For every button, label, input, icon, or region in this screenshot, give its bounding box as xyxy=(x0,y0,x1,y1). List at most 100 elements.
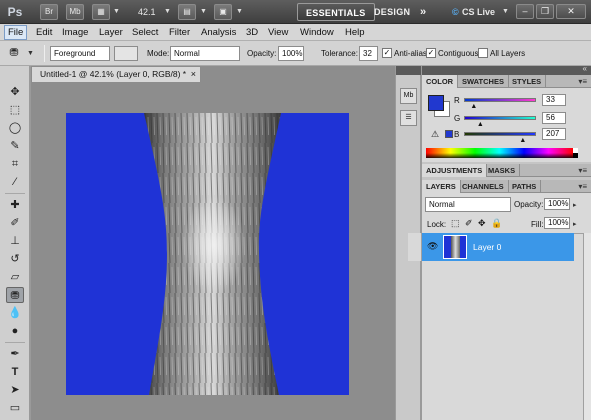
lock-position-icon[interactable]: ✥ xyxy=(478,218,486,229)
fill-source-select[interactable]: Foreground xyxy=(50,46,110,61)
tab-paths[interactable]: PATHS xyxy=(508,180,542,193)
all-layers-checkbox[interactable] xyxy=(478,48,488,58)
path-selection-tool-icon[interactable]: ➤ xyxy=(6,382,24,398)
contiguous-checkbox[interactable]: ✓ xyxy=(426,48,436,58)
type-tool-icon[interactable]: T xyxy=(6,364,24,380)
arrange-documents-icon[interactable]: ▤ xyxy=(178,4,196,20)
history-brush-tool-icon[interactable]: ↺ xyxy=(6,251,24,267)
lock-pixels-icon[interactable]: ✐ xyxy=(465,218,473,229)
mini-bridge-button[interactable]: Mb xyxy=(66,4,84,20)
document-tab[interactable]: Untitled-1 @ 42.1% (Layer 0, RGB/8) * × xyxy=(31,66,201,82)
collapse-panels-icon[interactable]: « xyxy=(583,64,587,73)
minimize-icon[interactable]: – xyxy=(516,4,534,19)
panel-menu-icon[interactable]: ▾≡ xyxy=(578,165,587,176)
tolerance-input[interactable]: 32 xyxy=(359,46,378,61)
workspace-essentials-button[interactable]: ESSENTIALS xyxy=(297,3,375,21)
pen-tool-icon[interactable]: ✒ xyxy=(6,346,24,362)
chevron-down-icon[interactable]: ▸ xyxy=(573,198,577,214)
screen-mode-icon[interactable]: ▣ xyxy=(214,4,232,20)
menu-view[interactable]: View xyxy=(265,25,291,40)
mini-bridge-panel-button[interactable]: Mb xyxy=(400,88,417,104)
chevron-down-icon[interactable]: ▼ xyxy=(113,4,120,20)
blur-tool-icon[interactable]: 💧 xyxy=(6,305,24,321)
tab-masks[interactable]: MASKS xyxy=(484,164,521,177)
layer-name[interactable]: Layer 0 xyxy=(473,242,501,252)
black-swatch[interactable] xyxy=(573,153,578,158)
green-slider-thumb[interactable]: ▲ xyxy=(477,121,484,128)
cs-live-icon[interactable]: © xyxy=(452,4,459,20)
menu-help[interactable]: Help xyxy=(342,25,368,40)
tab-styles[interactable]: STYLES xyxy=(508,75,547,88)
tab-adjustments[interactable]: ADJUSTMENTS xyxy=(422,164,488,177)
layer-thumbnail[interactable] xyxy=(443,235,467,259)
red-value-input[interactable]: 33 xyxy=(542,94,566,106)
crop-tool-icon[interactable]: ⌗ xyxy=(6,156,24,172)
paint-bucket-icon[interactable]: ⛃ xyxy=(5,45,23,61)
pattern-picker[interactable] xyxy=(114,46,138,61)
green-slider[interactable] xyxy=(464,116,536,120)
chevron-down-icon[interactable]: ▸ xyxy=(573,217,577,233)
tab-layers[interactable]: LAYERS xyxy=(422,180,461,193)
chevron-down-icon[interactable]: ▼ xyxy=(200,4,207,20)
menu-layer[interactable]: Layer xyxy=(96,25,126,40)
bridge-button[interactable]: Br xyxy=(40,4,58,20)
chevron-down-icon[interactable]: ▼ xyxy=(27,46,34,62)
eyedropper-tool-icon[interactable]: ⁄ xyxy=(6,174,24,190)
blue-slider-thumb[interactable]: ▲ xyxy=(519,137,526,144)
antialias-checkbox[interactable]: ✓ xyxy=(382,48,392,58)
menu-filter[interactable]: Filter xyxy=(166,25,193,40)
close-icon[interactable]: × xyxy=(191,67,196,82)
green-value-input[interactable]: 56 xyxy=(542,112,566,124)
lock-all-icon[interactable]: 🔒 xyxy=(491,218,502,229)
clone-stamp-tool-icon[interactable]: ⊥ xyxy=(6,233,24,249)
gamut-warning-icon[interactable]: ⚠ xyxy=(431,129,439,140)
menu-edit[interactable]: Edit xyxy=(33,25,55,40)
chevron-down-icon[interactable]: ▼ xyxy=(164,4,171,20)
blue-slider[interactable] xyxy=(464,132,536,136)
layer-row[interactable]: Layer 0 xyxy=(408,233,574,261)
chevron-down-icon[interactable]: ▼ xyxy=(236,4,243,20)
red-slider[interactable] xyxy=(464,98,536,102)
menu-image[interactable]: Image xyxy=(59,25,91,40)
menu-3d[interactable]: 3D xyxy=(243,25,261,40)
gamut-color-chip[interactable] xyxy=(445,130,453,138)
menu-window[interactable]: Window xyxy=(297,25,337,40)
eraser-tool-icon[interactable]: ▱ xyxy=(6,269,24,285)
eye-icon[interactable]: 👁 xyxy=(427,241,438,252)
blue-value-input[interactable]: 207 xyxy=(542,128,566,140)
foreground-color-swatch[interactable] xyxy=(428,95,444,111)
healing-brush-tool-icon[interactable]: ✚ xyxy=(6,197,24,213)
more-workspaces-button[interactable]: » xyxy=(420,3,426,21)
dodge-tool-icon[interactable]: ● xyxy=(6,323,24,339)
menu-analysis[interactable]: Analysis xyxy=(198,25,239,40)
menu-file[interactable]: File xyxy=(4,25,28,40)
paint-bucket-tool-icon[interactable]: ⛃ xyxy=(6,287,24,303)
lock-transparent-icon[interactable]: ⬚ xyxy=(451,218,460,229)
workspace-design-button[interactable]: DESIGN xyxy=(374,3,410,21)
fill-input[interactable]: 100% xyxy=(544,217,570,229)
tab-swatches[interactable]: SWATCHES xyxy=(458,75,509,88)
restore-icon[interactable]: ❐ xyxy=(536,4,554,19)
marquee-tool-icon[interactable]: ⬚ xyxy=(6,102,24,118)
mode-select[interactable]: Normal xyxy=(170,46,240,61)
cs-live-button[interactable]: CS Live xyxy=(462,4,504,20)
tab-color[interactable]: COLOR xyxy=(422,75,459,88)
color-spectrum-bar[interactable] xyxy=(426,148,573,158)
layer-opacity-input[interactable]: 100% xyxy=(544,198,570,210)
menu-select[interactable]: Select xyxy=(129,25,161,40)
history-panel-icon[interactable]: ☰ xyxy=(400,110,417,126)
quick-selection-tool-icon[interactable]: ✎ xyxy=(6,138,24,154)
lasso-tool-icon[interactable]: ◯ xyxy=(6,120,24,136)
blend-mode-select[interactable]: Normal xyxy=(425,197,511,212)
brush-tool-icon[interactable]: ✐ xyxy=(6,215,24,231)
rectangle-tool-icon[interactable]: ▭ xyxy=(6,400,24,416)
opacity-input[interactable]: 100% xyxy=(278,46,304,61)
layers-scrollbar[interactable] xyxy=(583,233,591,420)
extras-icon[interactable]: ▦ xyxy=(92,4,110,20)
move-tool-icon[interactable]: ✥ xyxy=(6,84,24,100)
red-slider-thumb[interactable]: ▲ xyxy=(470,103,477,110)
panel-menu-icon[interactable]: ▾≡ xyxy=(578,76,587,87)
close-icon[interactable]: ✕ xyxy=(556,4,586,19)
document-canvas[interactable] xyxy=(66,113,349,395)
panel-menu-icon[interactable]: ▾≡ xyxy=(578,181,587,192)
